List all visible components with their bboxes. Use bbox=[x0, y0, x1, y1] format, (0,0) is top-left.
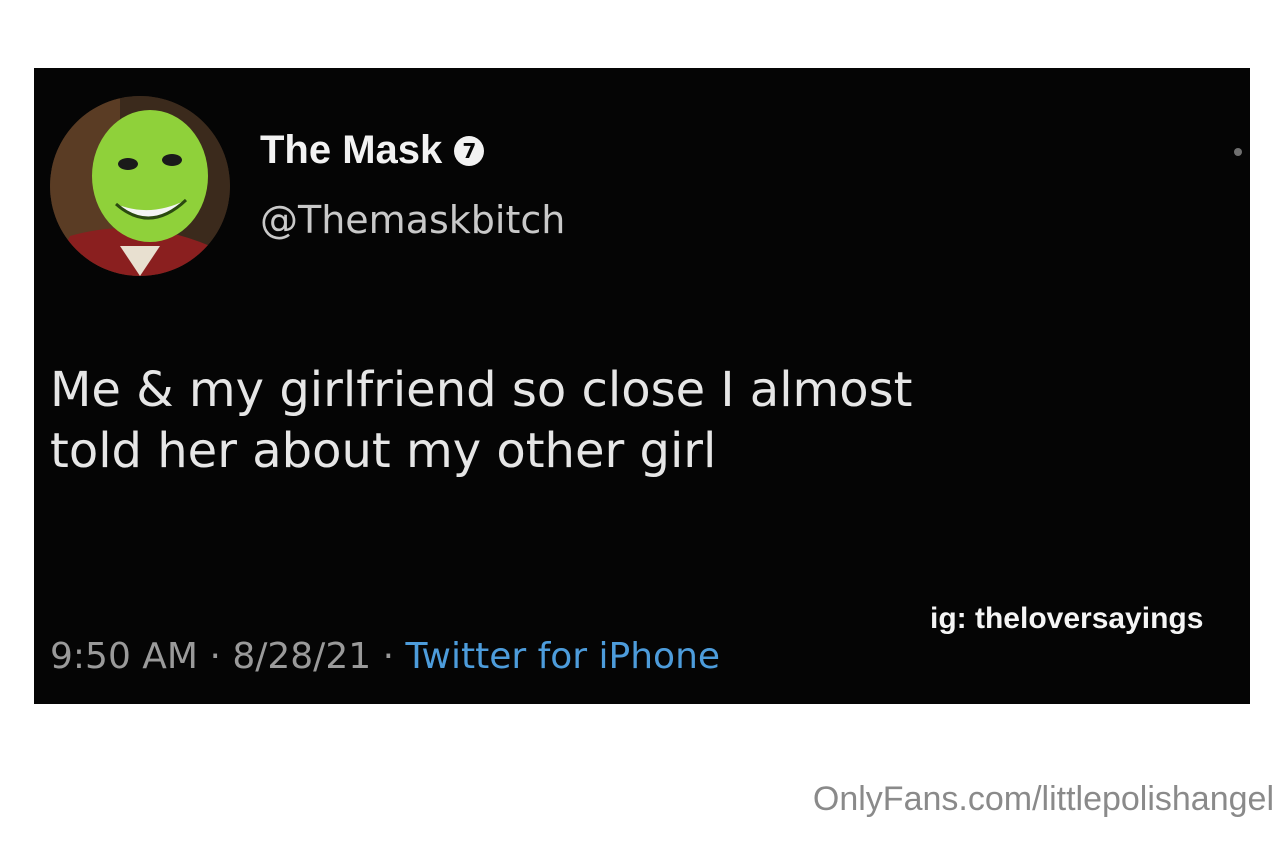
tweet-text-line: Me & my girlfriend so close I almost bbox=[50, 362, 913, 418]
ig-credit: ig: theloversayings bbox=[930, 602, 1204, 635]
tweet-text-line: told her about my other girl bbox=[50, 423, 717, 479]
display-name-text: The Mask bbox=[260, 128, 443, 172]
tweet-text: Me & my girlfriend so close I almost tol… bbox=[50, 360, 1230, 482]
tweet-source-link[interactable]: Twitter for iPhone bbox=[405, 636, 720, 677]
meta-separator: · bbox=[382, 636, 395, 677]
tweet-date[interactable]: 8/28/21 bbox=[232, 636, 371, 677]
verified-badge-icon: 7 bbox=[454, 135, 485, 166]
display-name[interactable]: The Mask 7 bbox=[260, 128, 485, 173]
mask-face-icon bbox=[50, 96, 230, 276]
meta-separator: · bbox=[209, 636, 221, 677]
more-options-icon[interactable] bbox=[1234, 148, 1242, 156]
tweet-meta: 9:50 AM · 8/28/21 · Twitter for iPhone bbox=[50, 636, 720, 677]
user-handle[interactable]: @Themaskbitch bbox=[260, 198, 565, 242]
watermark: OnlyFans.com/littlepolishangel bbox=[812, 780, 1274, 818]
tweet-card: The Mask 7 @Themaskbitch Me & my girlfri… bbox=[34, 68, 1250, 704]
tweet-time[interactable]: 9:50 AM bbox=[50, 636, 198, 677]
avatar[interactable] bbox=[50, 96, 230, 276]
